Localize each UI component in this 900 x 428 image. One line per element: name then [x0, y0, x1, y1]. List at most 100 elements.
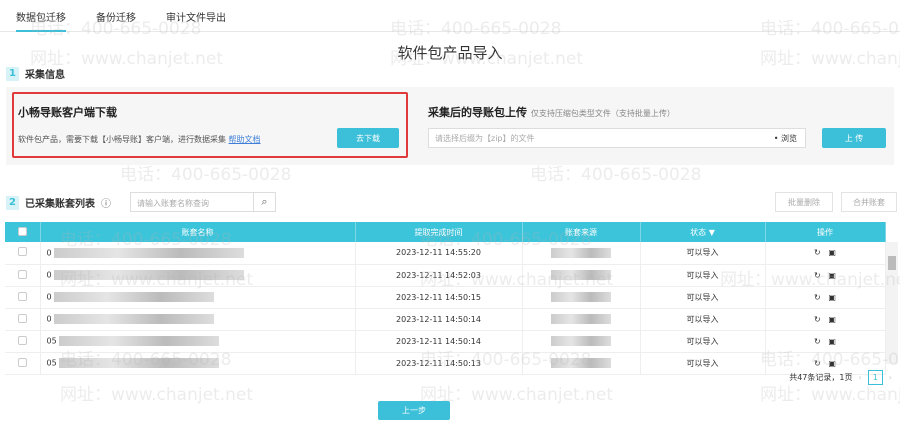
checkbox[interactable]	[17, 226, 27, 236]
prev-page-icon[interactable]: ‹	[859, 373, 862, 382]
next-page-icon[interactable]: ›	[889, 373, 892, 382]
tab-audit-export[interactable]: 审计文件导出	[166, 9, 226, 24]
status: 可以导入	[640, 286, 766, 309]
extract-time: 2023-12-11 14:50:14	[355, 330, 523, 353]
refresh-icon[interactable]: ↻	[814, 293, 821, 302]
section-label: 已采集账套列表	[25, 199, 95, 210]
redacted	[59, 336, 220, 346]
save-icon[interactable]: ▣	[828, 293, 836, 302]
save-icon[interactable]: ▣	[828, 359, 836, 368]
table-row[interactable]: 05 2023-12-11 14:50:14 可以导入 ↻ ▣	[5, 330, 886, 353]
account-name: 05	[40, 352, 356, 375]
account-source	[522, 242, 641, 265]
table-row[interactable]: 0 2023-12-11 14:52:03 可以导入 ↻ ▣	[5, 264, 886, 287]
row-checkbox[interactable]	[5, 330, 41, 353]
redacted	[54, 270, 245, 280]
pagination: 共47条记录，1页 ‹ 1 ›	[789, 370, 892, 385]
section-label: 采集信息	[25, 70, 65, 81]
search-input[interactable]: 请输入账套名称查询 ⌕	[130, 192, 276, 212]
table-row[interactable]: 0 2023-12-11 14:55:20 可以导入 ↻ ▣	[5, 242, 886, 265]
save-icon[interactable]: ▣	[828, 315, 836, 324]
section-collect-info: 1 采集信息	[6, 66, 65, 81]
extract-time: 2023-12-11 14:52:03	[355, 264, 523, 287]
checkbox[interactable]	[17, 335, 27, 345]
account-name: 0	[40, 242, 356, 265]
row-checkbox[interactable]	[5, 264, 41, 287]
page-1[interactable]: 1	[867, 370, 883, 385]
header-status[interactable]: 状态 ▼	[640, 222, 766, 242]
download-desc: 软件包产品，需要下载【小畅导账】客户端，进行数据采集 帮助文档	[18, 134, 261, 145]
save-icon[interactable]: ▣	[828, 271, 836, 280]
download-box	[12, 92, 408, 158]
download-button[interactable]: 去下载	[337, 128, 399, 148]
header-source: 账套来源	[522, 222, 641, 242]
upload-title: 采集后的导账包上传 仅支持压缩包类型文件（支持批量上传）	[428, 104, 675, 120]
account-name: 0	[40, 286, 356, 309]
account-source	[522, 330, 641, 353]
record-count: 共47条记录，1页	[789, 373, 853, 382]
row-checkbox[interactable]	[5, 242, 41, 265]
tab-data-package[interactable]: 数据包迁移	[16, 9, 66, 32]
tab-backup[interactable]: 备份迁移	[96, 9, 136, 24]
checkbox[interactable]	[17, 269, 27, 279]
refresh-icon[interactable]: ↻	[814, 315, 821, 324]
account-source	[522, 352, 641, 375]
row-checkbox[interactable]	[5, 308, 41, 331]
account-name: 0	[40, 308, 356, 331]
refresh-icon[interactable]: ↻	[814, 337, 821, 346]
desc-text: 软件包产品，需要下载【小畅导账】客户端，进行数据采集	[18, 135, 226, 144]
header-actions: 操作	[765, 222, 886, 242]
account-name: 0	[40, 264, 356, 287]
checkbox[interactable]	[17, 313, 27, 323]
save-icon[interactable]: ▣	[828, 337, 836, 346]
name-text: 05	[46, 336, 57, 346]
browse-button[interactable]: • 浏览	[774, 133, 797, 144]
actions: ↻ ▣	[765, 330, 886, 353]
batch-delete-button[interactable]: 批量删除	[775, 192, 833, 212]
account-source	[522, 264, 641, 287]
step-number: 1	[6, 66, 19, 81]
name-text: 0	[46, 314, 52, 324]
scrollbar[interactable]	[886, 242, 898, 364]
checkbox[interactable]	[17, 247, 27, 257]
actions: ↻ ▣	[765, 264, 886, 287]
browse-label: 浏览	[781, 134, 797, 143]
select-all-checkbox[interactable]	[5, 222, 41, 242]
name-text: 0	[46, 270, 52, 280]
save-icon[interactable]: ▣	[828, 248, 836, 257]
header-name: 账套名称	[40, 222, 356, 242]
step-number: 2	[6, 195, 19, 210]
refresh-icon[interactable]: ↻	[814, 248, 821, 257]
row-checkbox[interactable]	[5, 352, 41, 375]
row-checkbox[interactable]	[5, 286, 41, 309]
prev-step-button[interactable]: 上一步	[378, 401, 450, 420]
actions: ↻ ▣	[765, 286, 886, 309]
upload-button[interactable]: 上 传	[822, 128, 886, 148]
scrollbar-thumb[interactable]	[888, 256, 896, 270]
help-link[interactable]: 帮助文档	[229, 135, 261, 144]
merge-button[interactable]: 合并账套	[841, 192, 897, 212]
table-row[interactable]: 0 2023-12-11 14:50:14 可以导入 ↻ ▣	[5, 308, 886, 331]
table-row[interactable]: 05 2023-12-11 14:50:13 可以导入 ↻ ▣	[5, 352, 886, 375]
name-text: 0	[46, 248, 52, 258]
status: 可以导入	[640, 308, 766, 331]
checkbox[interactable]	[17, 291, 27, 301]
help-icon[interactable]: ⓘ	[101, 195, 111, 210]
account-table: 账套名称 提取完成时间 账套来源 状态 ▼ 操作 0 2023-12-11 14…	[5, 222, 886, 375]
header-time: 提取完成时间	[355, 222, 523, 242]
filter-icon[interactable]: ▼	[709, 228, 715, 237]
file-input[interactable]: 请选择后缀为【zip】的文件 • 浏览	[428, 128, 806, 148]
status: 可以导入	[640, 330, 766, 353]
checkbox[interactable]	[17, 357, 27, 367]
watermark: 网址：www.chanjet.net	[60, 385, 254, 405]
redacted	[551, 292, 611, 302]
extract-time: 2023-12-11 14:55:20	[355, 242, 523, 265]
refresh-icon[interactable]: ↻	[814, 271, 821, 280]
search-icon[interactable]: ⌕	[253, 193, 275, 211]
download-title: 小畅导账客户端下载	[18, 106, 117, 119]
account-source	[522, 286, 641, 309]
file-placeholder: 请选择后缀为【zip】的文件	[435, 134, 535, 143]
refresh-icon[interactable]: ↻	[814, 359, 821, 368]
table-row[interactable]: 0 2023-12-11 14:50:15 可以导入 ↻ ▣	[5, 286, 886, 309]
extract-time: 2023-12-11 14:50:14	[355, 308, 523, 331]
